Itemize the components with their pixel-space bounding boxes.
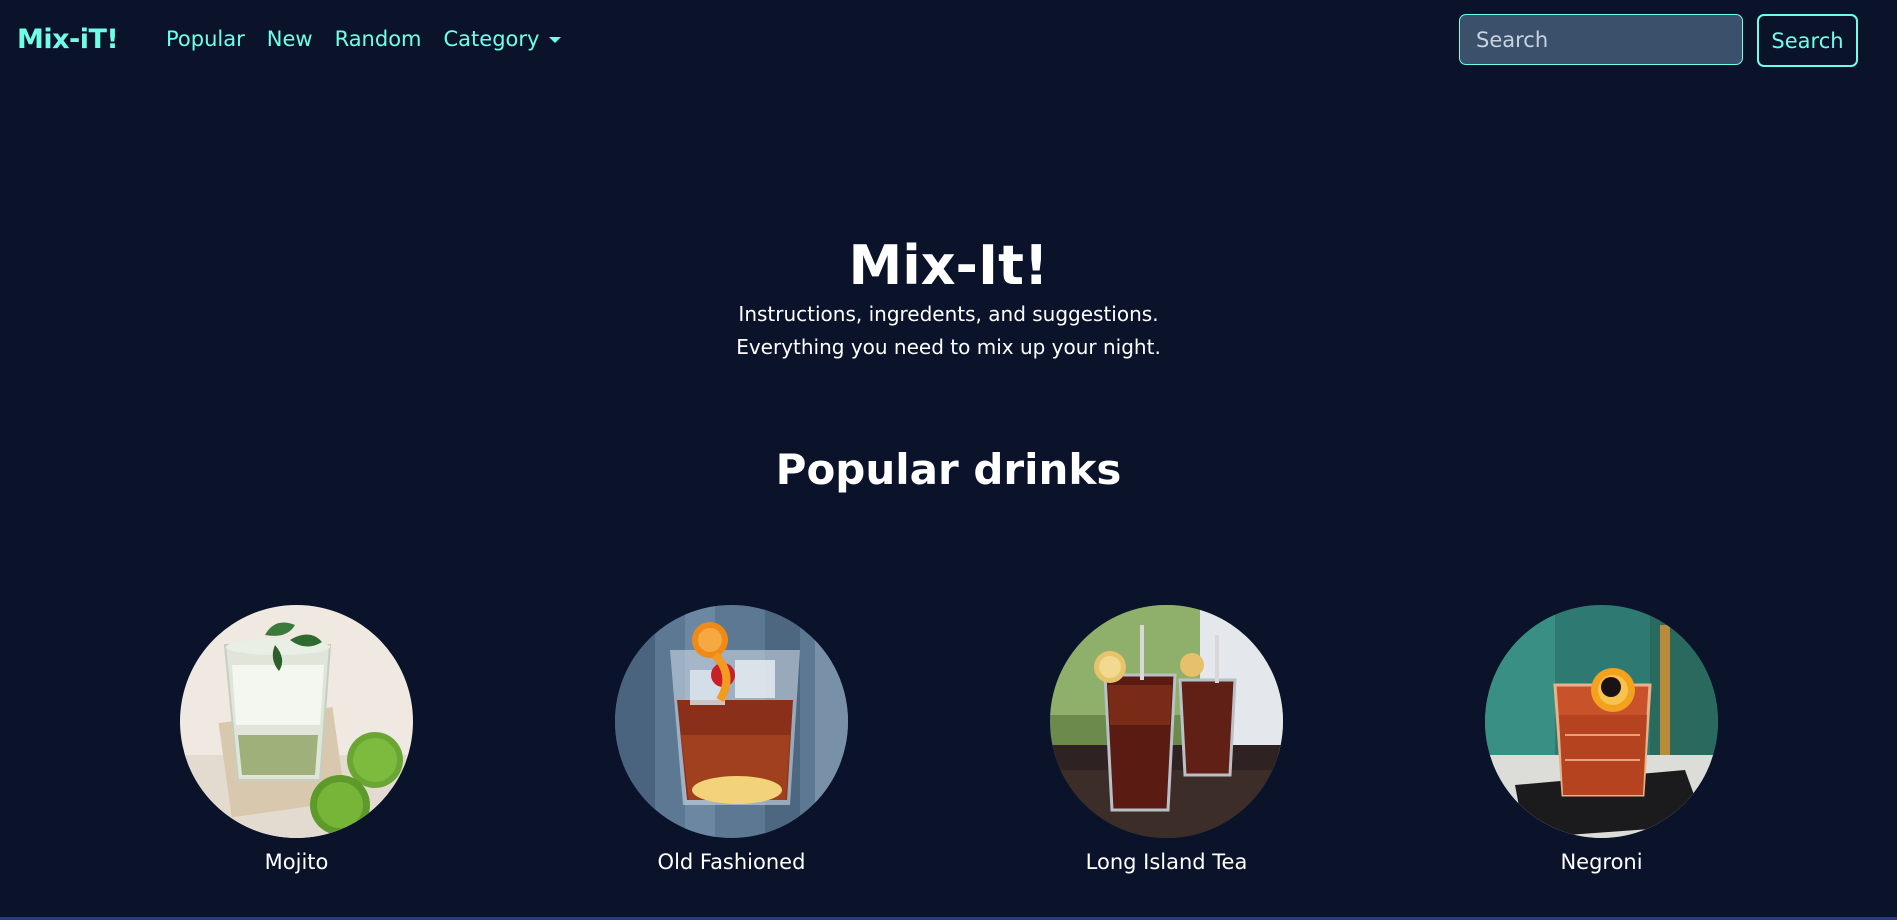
drink-card-negroni[interactable]: Negroni — [1485, 605, 1718, 874]
mojito-photo — [180, 605, 413, 838]
drink-card-old-fashioned[interactable]: Old Fashioned — [615, 605, 848, 874]
negroni-photo — [1485, 605, 1718, 838]
drink-card-mojito[interactable]: Mojito — [180, 605, 413, 874]
search-input[interactable] — [1459, 14, 1743, 65]
nav-dropdown-category[interactable]: Category — [444, 27, 562, 51]
old-fashioned-photo — [615, 605, 848, 838]
hero-subtitle-line-1: Instructions, ingredents, and suggestion… — [738, 302, 1159, 326]
hero-title: Mix-It! — [848, 234, 1049, 297]
search-button[interactable]: Search — [1757, 14, 1858, 67]
drink-name: Old Fashioned — [657, 850, 806, 874]
nav-links: Popular New Random Category — [166, 27, 583, 51]
popular-drinks-title: Popular drinks — [775, 445, 1122, 494]
brand-logo[interactable]: Mix-iT! — [17, 24, 119, 55]
drink-name: Long Island Tea — [1085, 850, 1248, 874]
caret-down-icon — [549, 37, 562, 43]
navbar: Mix-iT! Popular New Random Category Sear… — [0, 0, 1897, 84]
drink-card-long-island-tea[interactable]: Long Island Tea — [1050, 605, 1283, 874]
nav-dropdown-category-label: Category — [443, 27, 540, 51]
hero-subtitle-line-2: Everything you need to mix up your night… — [736, 335, 1161, 359]
drink-name: Negroni — [1560, 850, 1643, 874]
nav-link-random[interactable]: Random — [335, 27, 422, 51]
drink-name: Mojito — [264, 850, 329, 874]
nav-link-popular[interactable]: Popular — [166, 27, 245, 51]
nav-link-new[interactable]: New — [267, 27, 313, 51]
long-island-tea-photo — [1050, 605, 1283, 838]
